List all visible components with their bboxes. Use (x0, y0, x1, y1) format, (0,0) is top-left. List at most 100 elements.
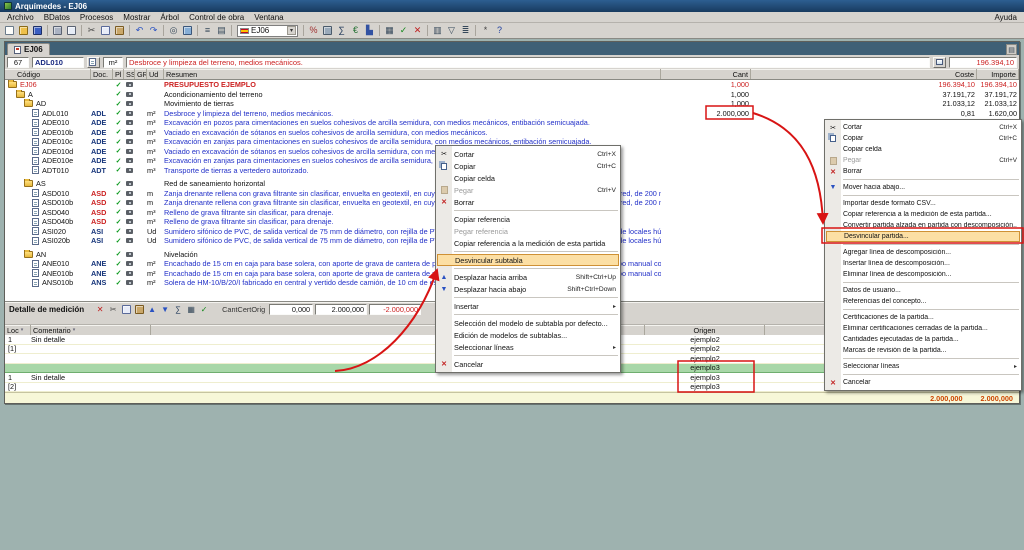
ctx-partida-seleccionar-lineas[interactable]: Seleccionar líneas▸ (825, 361, 1021, 372)
accept-icon[interactable]: ✓ (198, 304, 210, 316)
budget-row-adl010[interactable]: ADL010ADL✓m²Desbroce y limpieza del terr… (5, 109, 1019, 119)
header-cant[interactable]: Cant (661, 69, 751, 79)
paste-icon[interactable] (113, 24, 126, 37)
paste-icon[interactable] (133, 304, 145, 316)
concept-unit-field[interactable]: m² (103, 57, 123, 68)
ctx-subtabla-copiar[interactable]: CopiarCtrl+C (436, 160, 620, 172)
ctx-partida-marcas-de-revision-de-la-partida[interactable]: Marcas de revisión de la partida... (825, 345, 1021, 356)
delete-icon[interactable]: ✕ (411, 24, 424, 37)
header-codigo[interactable]: Código (5, 69, 91, 79)
menu-ayuda[interactable]: Ayuda (989, 12, 1022, 22)
save-icon[interactable] (31, 24, 44, 37)
cut-icon[interactable]: ✂ (85, 24, 98, 37)
ctx-subtabla-seleccion-del-modelo-de-subtabla-por-defecto[interactable]: Selección del modelo de subtabla por def… (436, 317, 620, 329)
percent-icon[interactable]: % (307, 24, 320, 37)
ctx-partida-copiar[interactable]: CopiarCtrl+C (825, 133, 1021, 144)
menu-control-de-obra[interactable]: Control de obra (184, 12, 249, 22)
menu-arbol[interactable]: Árbol (155, 12, 184, 22)
open-folder-icon[interactable] (17, 24, 30, 37)
ctx-subtabla-desvincular-subtabla[interactable]: Desvincular subtabla (437, 254, 619, 266)
ctx-partida-borrar[interactable]: ✕Borrar (825, 166, 1021, 177)
ctx-partida-copiar-celda[interactable]: Copiar celda (825, 144, 1021, 155)
sum-icon[interactable]: ∑ (172, 304, 184, 316)
header-ud[interactable]: Ud (147, 69, 164, 79)
redo-icon[interactable]: ↷ (147, 24, 160, 37)
tab-ej06[interactable]: EJ06 (7, 43, 50, 55)
header-ss[interactable]: SS (124, 69, 135, 79)
menu-ventana[interactable]: Ventana (249, 12, 288, 22)
ctx-partida-certificaciones-de-la-partida[interactable]: Certificaciones de la partida... (825, 312, 1021, 323)
header-coste[interactable]: Coste (751, 69, 977, 79)
ctx-partida-insertar-linea-de-descomposicion[interactable]: Insertar línea de descomposición... (825, 258, 1021, 269)
concept-number-field[interactable]: 67 (7, 57, 29, 68)
concept-summary-field[interactable]: Desbroce y limpieza del terreno, medios … (126, 57, 930, 68)
header-loc[interactable]: Loc (5, 325, 31, 335)
move-down-icon[interactable]: ▼ (159, 304, 171, 316)
ctx-partida-importar-desde-formato-csv[interactable]: Importar desde formato CSV... (825, 198, 1021, 209)
columns-icon[interactable]: ▥ (431, 24, 444, 37)
concept-calc-button[interactable] (933, 57, 946, 68)
ctx-subtabla-cortar[interactable]: ✂CortarCtrl+X (436, 148, 620, 160)
cut-icon[interactable]: ✂ (107, 304, 119, 316)
ctx-partida-copiar-referencia-a-la-medicion-de-esta-partida[interactable]: Copiar referencia a la medición de esta … (825, 209, 1021, 220)
print-preview-icon[interactable] (65, 24, 78, 37)
concept-info-button[interactable] (87, 57, 100, 68)
ctx-subtabla-seleccionar-lineas[interactable]: Seleccionar líneas▸ (436, 341, 620, 353)
print-icon[interactable] (51, 24, 64, 37)
ctx-partida-mover-hacia-abajo[interactable]: ▼Mover hacia abajo... (825, 182, 1021, 193)
header-resumen[interactable]: Resumen (164, 69, 661, 79)
chart-icon[interactable]: ▙ (363, 24, 376, 37)
copy-icon[interactable] (99, 24, 112, 37)
help-icon[interactable]: ? (493, 24, 506, 37)
tree-view-icon[interactable]: ≡ (201, 24, 214, 37)
budget-row-ad[interactable]: AD✓Movimiento de tierras1,00021.033,1221… (5, 99, 1019, 109)
subtable-icon[interactable]: ▦ (185, 304, 197, 316)
new-document-icon[interactable] (3, 24, 16, 37)
tab-list-button[interactable] (1006, 44, 1017, 55)
search-icon[interactable]: ◎ (167, 24, 180, 37)
header-pl[interactable]: Pl (113, 69, 124, 79)
header-doc[interactable]: Doc. (91, 69, 113, 79)
combo-dropdown-icon[interactable]: ▾ (287, 26, 296, 35)
concept-code-field[interactable]: ADL010 (32, 57, 84, 68)
ctx-partida-cancelar[interactable]: ✕Cancelar (825, 377, 1021, 388)
ctx-partida-datos-de-usuario[interactable]: Datos de usuario... (825, 285, 1021, 296)
delete-line-icon[interactable]: ✕ (94, 304, 106, 316)
ctx-partida-cortar[interactable]: ✂CortarCtrl+X (825, 122, 1021, 133)
certification-icon[interactable]: ✓ (397, 24, 410, 37)
report-icon[interactable]: ≣ (459, 24, 472, 37)
menu-mostrar[interactable]: Mostrar (118, 12, 155, 22)
euro-icon[interactable]: € (349, 24, 362, 37)
ctx-subtabla-copiar-referencia[interactable]: Copiar referencia (436, 213, 620, 225)
menu-archivo[interactable]: Archivo (2, 12, 39, 22)
ctx-subtabla-edicion-de-modelos-de-subtablas[interactable]: Edición de modelos de subtablas... (436, 329, 620, 341)
settings-icon[interactable]: * (479, 24, 492, 37)
measurement-icon[interactable]: ▦ (383, 24, 396, 37)
project-combo[interactable]: EJ06▾ (237, 25, 298, 37)
ctx-partida-convertir-partida-alzada-en-partida-con-descomposicion[interactable]: Convertir partida alzada en partida con … (825, 220, 1021, 231)
budget-row-a[interactable]: A✓Acondicionamiento del terreno1,00037.1… (5, 90, 1019, 100)
header-importe[interactable]: Importe (977, 69, 1019, 79)
copy-icon[interactable] (120, 304, 132, 316)
header-origen[interactable]: Origen (645, 325, 765, 335)
database-icon[interactable] (181, 24, 194, 37)
budget-row-ej06[interactable]: EJ06✓PRESUPUESTO EJEMPLO1,000196.394,101… (5, 80, 1019, 90)
menu-procesos[interactable]: Procesos (75, 12, 118, 22)
list-view-icon[interactable]: ▤ (215, 24, 228, 37)
ctx-subtabla-insertar[interactable]: Insertar▸ (436, 300, 620, 312)
sum-icon[interactable]: ∑ (335, 24, 348, 37)
calculator-icon[interactable] (321, 24, 334, 37)
menu-bdatos[interactable]: BDatos (39, 12, 75, 22)
ctx-partida-eliminar-linea-de-descomposicion[interactable]: Eliminar línea de descomposición... (825, 269, 1021, 280)
ctx-partida-cantidades-ejecutadas-de-la-partida[interactable]: Cantidades ejecutadas de la partida... (825, 334, 1021, 345)
ctx-subtabla-cancelar[interactable]: ✕Cancelar (436, 358, 620, 370)
ctx-subtabla-copiar-referencia-a-la-medicion-de-esta-partida[interactable]: Copiar referencia a la medición de esta … (436, 237, 620, 249)
ctx-partida-agregar-linea-de-descomposicion[interactable]: Agregar línea de descomposición... (825, 247, 1021, 258)
ctx-subtabla-desplazar-hacia-abajo[interactable]: ▼Desplazar hacia abajoShift+Ctrl+Down (436, 283, 620, 295)
ctx-subtabla-copiar-celda[interactable]: Copiar celda (436, 172, 620, 184)
move-up-icon[interactable]: ▲ (146, 304, 158, 316)
ctx-subtabla-borrar[interactable]: ✕Borrar (436, 196, 620, 208)
ctx-partida-referencias-del-concepto[interactable]: Referencias del concepto... (825, 296, 1021, 307)
header-comentario[interactable]: Comentario (31, 325, 151, 335)
ctx-partida-eliminar-certificaciones-cerradas-de-la-partida[interactable]: Eliminar certificaciones cerradas de la … (825, 323, 1021, 334)
